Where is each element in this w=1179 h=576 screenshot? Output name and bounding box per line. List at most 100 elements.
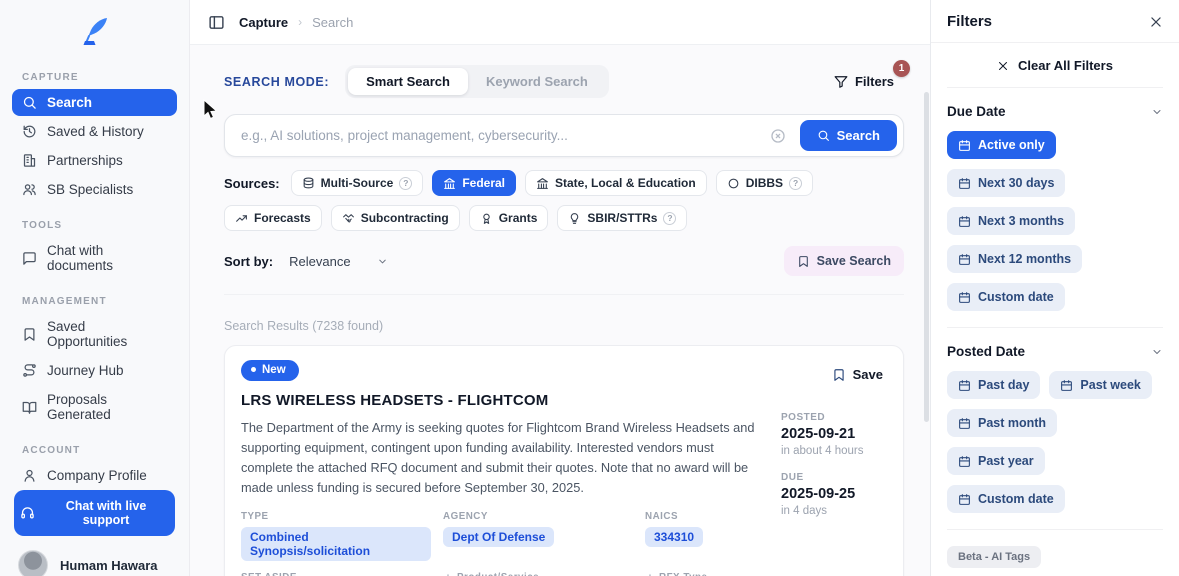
user-profile-row[interactable]: Humam Hawara xyxy=(18,550,171,576)
filter-chip-custom-date-due[interactable]: Custom date xyxy=(947,283,1065,311)
sidebar-item-company-profile[interactable]: Company Profile xyxy=(12,462,177,489)
sidebar-item-journey-hub[interactable]: Journey Hub xyxy=(12,357,177,384)
source-pill-subcontracting[interactable]: Subcontracting xyxy=(331,205,460,231)
source-pill-dibbs[interactable]: DIBBS ? xyxy=(716,170,813,196)
breadcrumb: Capture › Search xyxy=(239,15,353,30)
filter-chip-next-30-days[interactable]: Next 30 days xyxy=(947,169,1065,197)
posted-label: POSTED xyxy=(781,412,887,423)
source-label: Federal xyxy=(462,176,505,190)
save-opportunity-button[interactable]: Save xyxy=(828,365,887,384)
search-bar: Search xyxy=(224,114,904,157)
calendar-icon xyxy=(958,253,971,266)
source-pill-state-local-education[interactable]: State, Local & Education xyxy=(525,170,707,196)
calendar-icon xyxy=(958,177,971,190)
filters-panel-header: Filters xyxy=(931,13,1179,43)
field-label: TYPE xyxy=(241,511,269,522)
sort-select[interactable]: Relevance xyxy=(283,250,393,273)
sidebar-item-search[interactable]: Search xyxy=(12,89,177,116)
sidebar-item-label: Journey Hub xyxy=(47,363,124,378)
source-label: Multi-Source xyxy=(321,176,394,190)
sidebar-toggle-icon[interactable] xyxy=(208,14,225,31)
source-pill-multi-source[interactable]: Multi-Source ? xyxy=(291,170,424,196)
field-label: NAICS xyxy=(645,511,678,522)
filter-section-header[interactable]: Due Date xyxy=(947,104,1163,119)
filter-chip-past-week[interactable]: Past week xyxy=(1049,371,1151,399)
field-value-tag[interactable]: 334310 xyxy=(645,527,703,547)
source-label: State, Local & Education xyxy=(555,176,696,190)
search-mode-segmented-control: Smart Search Keyword Search xyxy=(345,65,609,98)
sidebar-item-label: Saved & History xyxy=(47,124,144,139)
tab-smart-search[interactable]: Smart Search xyxy=(348,68,468,95)
opportunity-fields: TYPE Combined Synopsis/solicitation AGEN… xyxy=(241,511,765,576)
sidebar-item-chat-with-documents[interactable]: Chat with documents xyxy=(12,237,177,279)
funnel-icon xyxy=(834,75,848,89)
lightbulb-icon xyxy=(568,212,581,225)
info-icon[interactable]: ? xyxy=(663,212,676,225)
field-label: RFX Type xyxy=(659,572,707,576)
info-icon[interactable]: ? xyxy=(399,177,412,190)
filter-chip-past-month[interactable]: Past month xyxy=(947,409,1057,437)
main-scrollbar-thumb[interactable] xyxy=(924,92,929,422)
field-type: TYPE Combined Synopsis/solicitation xyxy=(241,511,431,561)
sidebar-item-saved-opportunities[interactable]: Saved Opportunities xyxy=(12,313,177,355)
filter-chip-next-12-months[interactable]: Next 12 months xyxy=(947,245,1082,273)
search-button[interactable]: Search xyxy=(800,120,897,151)
calendar-icon xyxy=(958,291,971,304)
clear-input-icon[interactable] xyxy=(770,128,786,144)
info-icon[interactable]: ? xyxy=(789,177,802,190)
sidebar: CAPTURE Search Saved & History Partnersh… xyxy=(0,0,190,576)
filter-chip-label: Past week xyxy=(1080,378,1140,392)
filter-chip-active-only[interactable]: Active only xyxy=(947,131,1056,159)
field-value-tag[interactable]: Dept Of Defense xyxy=(443,527,554,547)
result-card[interactable]: New LRS WIRELESS HEADSETS - FLIGHTCOM Th… xyxy=(224,345,904,576)
filter-chip-label: Past year xyxy=(978,454,1034,468)
field-value-tag[interactable]: Combined Synopsis/solicitation xyxy=(241,527,431,561)
chat-bubble-icon xyxy=(22,251,37,266)
clear-all-filters-button[interactable]: Clear All Filters xyxy=(947,43,1163,88)
search-icon xyxy=(817,129,830,142)
filters-button[interactable]: Filters 1 xyxy=(824,68,904,95)
field-rfx-type: RFX Type RFQ xyxy=(645,572,765,576)
source-pill-sbir-sttrs[interactable]: SBIR/STTRs ? xyxy=(557,205,687,231)
route-icon xyxy=(22,363,37,378)
divider xyxy=(947,529,1163,530)
close-icon[interactable] xyxy=(1149,15,1163,29)
new-badge: New xyxy=(241,360,299,381)
due-block: DUE 2025-09-25 in 4 days xyxy=(781,472,887,517)
posted-date-options: Past day Past week Past month Past year … xyxy=(947,371,1163,513)
calendar-icon xyxy=(958,139,971,152)
sidebar-item-label: SB Specialists xyxy=(47,182,133,197)
source-pill-grants[interactable]: Grants xyxy=(469,205,549,231)
bookmark-icon xyxy=(797,255,810,268)
sidebar-item-sb-specialists[interactable]: SB Specialists xyxy=(12,176,177,203)
filter-chip-custom-date-posted[interactable]: Custom date xyxy=(947,485,1065,513)
circle-icon xyxy=(727,177,740,190)
filter-chip-past-year[interactable]: Past year xyxy=(947,447,1045,475)
dot-icon xyxy=(251,367,256,372)
search-button-label: Search xyxy=(837,128,880,143)
filter-chip-past-day[interactable]: Past day xyxy=(947,371,1040,399)
search-icon xyxy=(22,95,37,110)
sidebar-item-partnerships[interactable]: Partnerships xyxy=(12,147,177,174)
breadcrumb-current: Search xyxy=(312,15,353,30)
sidebar-section-tools: TOOLS xyxy=(22,220,167,231)
save-search-button[interactable]: Save Search xyxy=(784,246,904,276)
clear-all-filters-label: Clear All Filters xyxy=(1018,58,1113,73)
search-input[interactable] xyxy=(241,128,762,143)
source-label: Forecasts xyxy=(254,211,311,225)
chevron-down-icon xyxy=(1151,106,1163,118)
filter-chip-next-3-months[interactable]: Next 3 months xyxy=(947,207,1075,235)
breadcrumb-parent[interactable]: Capture xyxy=(239,15,288,30)
source-pill-federal[interactable]: Federal xyxy=(432,170,516,196)
beta-ai-tags-badge: Beta - AI Tags xyxy=(947,546,1041,568)
sidebar-item-saved-history[interactable]: Saved & History xyxy=(12,118,177,145)
source-pill-forecasts[interactable]: Forecasts xyxy=(224,205,322,231)
tab-keyword-search[interactable]: Keyword Search xyxy=(468,68,606,95)
chat-live-support-button[interactable]: Chat with live support xyxy=(14,490,175,536)
field-label: Product/Service xyxy=(457,572,539,576)
opportunity-title[interactable]: LRS WIRELESS HEADSETS - FLIGHTCOM xyxy=(241,392,765,409)
filter-chip-label: Active only xyxy=(978,138,1045,152)
sidebar-section-capture: CAPTURE xyxy=(22,72,167,83)
filter-section-header[interactable]: Posted Date xyxy=(947,344,1163,359)
sidebar-item-proposals-generated[interactable]: Proposals Generated xyxy=(12,386,177,428)
